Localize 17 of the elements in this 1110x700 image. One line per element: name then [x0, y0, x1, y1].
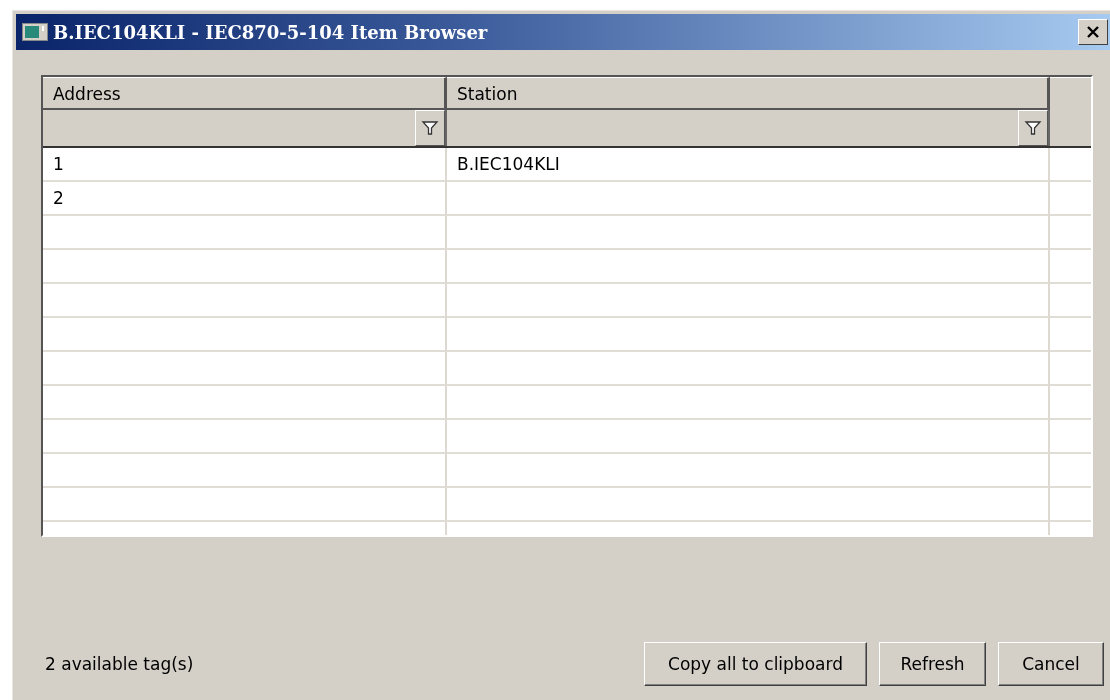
dialog-button[interactable]: Copy all to clipboard: [644, 642, 867, 686]
filter-icon: [1024, 119, 1042, 137]
table-cell: 1: [43, 148, 447, 182]
column-header[interactable]: Station: [447, 77, 1050, 110]
filter-icon: [421, 119, 439, 137]
table-cell: 2: [43, 182, 447, 216]
column-header[interactable]: Address: [43, 77, 447, 110]
window-title: B.IEC104KLI - IEC870-5-104 Item Browser: [53, 21, 488, 43]
dialog-button[interactable]: Cancel: [998, 642, 1104, 686]
table-cell: B.IEC104KLI: [447, 148, 1050, 182]
filter-button[interactable]: [415, 110, 445, 146]
status-text: 2 available tag(s): [45, 654, 194, 676]
dialog-button[interactable]: Refresh: [879, 642, 986, 686]
close-button[interactable]: [1078, 19, 1108, 45]
window-icon: [22, 23, 48, 41]
filter-button[interactable]: [1018, 110, 1048, 146]
close-icon: [1085, 25, 1101, 39]
